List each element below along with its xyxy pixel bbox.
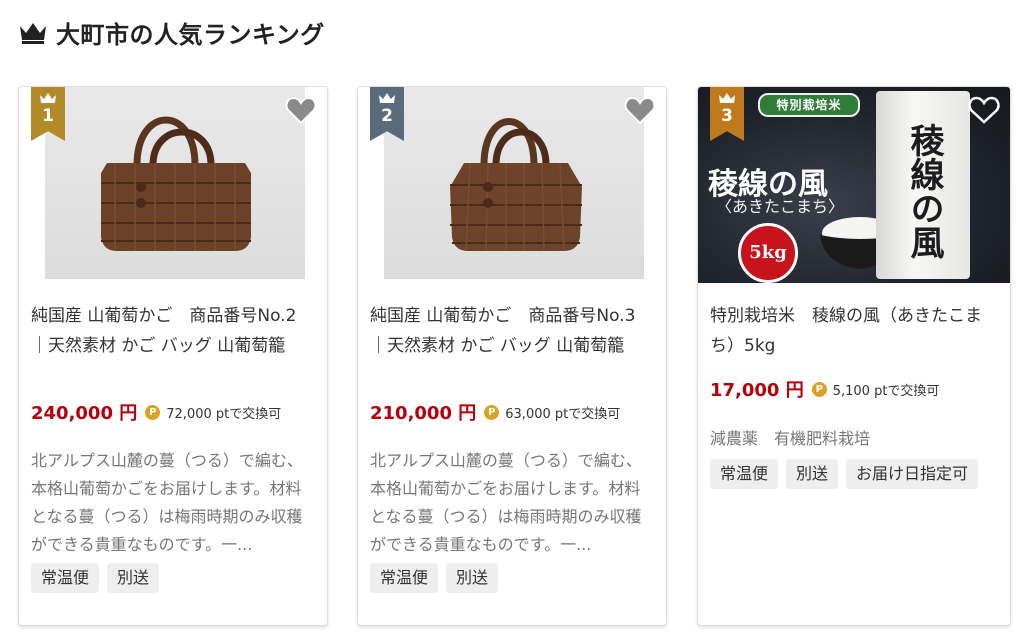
product-title[interactable]: 特別栽培米 稜線の風（あきたこまち）5kg	[710, 301, 996, 361]
point-coin-icon: P	[811, 381, 827, 397]
crown-icon	[20, 23, 46, 44]
point-coin-icon: P	[145, 404, 161, 420]
favorite-heart-icon[interactable]	[624, 95, 656, 125]
rice-photo: 特別栽培米 稜線の風 〈あきたこまち〉 5kg 稜線の風	[698, 87, 1010, 283]
product-description: 北アルプス山麓の蔓（つる）で編む、本格山葡萄かごをお届けします。材料となる蔓（つ…	[31, 451, 303, 554]
tag-separate: 別送	[786, 459, 839, 489]
tag-shipping: 常温便	[370, 563, 439, 593]
basket-photo	[101, 116, 251, 251]
price-row: 210,000 円 P 63,000 ptで交換可	[370, 399, 620, 425]
ranking-card-1[interactable]: 1 純国産 山葡萄かご 商品番号No.2｜天然素材 かご バッグ 山葡萄籠 24…	[18, 86, 328, 626]
ranking-header: 大町市の人気ランキング	[18, 14, 325, 50]
product-title[interactable]: 純国産 山葡萄かご 商品番号No.3｜天然素材 かご バッグ 山葡萄籠	[370, 301, 652, 361]
tag-shipping: 常温便	[710, 459, 779, 489]
product-price: 17,000 円	[710, 380, 804, 401]
favorite-heart-icon[interactable]	[968, 95, 1000, 125]
crown-icon	[379, 93, 395, 103]
product-features: 減農薬 有機肥料栽培	[710, 429, 871, 448]
product-price: 240,000 円	[31, 403, 138, 424]
tag-shipping: 常温便	[31, 563, 100, 593]
special-rice-banner: 特別栽培米	[758, 93, 860, 117]
product-points: 5,100 ptで交換可	[832, 383, 940, 399]
tag-separate: 別送	[107, 563, 160, 593]
crown-icon	[719, 93, 735, 103]
price-row: 240,000 円 P 72,000 ptで交換可	[31, 399, 281, 425]
tag-date-specified: お届け日指定可	[846, 459, 979, 489]
product-price: 210,000 円	[370, 403, 477, 424]
product-points: 72,000 ptで交換可	[166, 406, 282, 422]
ranking-card-3[interactable]: 特別栽培米 稜線の風 〈あきたこまち〉 5kg 稜線の風 3 特別栽培米 稜線の…	[697, 86, 1011, 626]
tag-list: 常温便 別送	[31, 563, 315, 593]
rice-weight-badge: 5kg	[738, 223, 798, 283]
ranking-card-2[interactable]: 2 純国産 山葡萄かご 商品番号No.3｜天然素材 かご バッグ 山葡萄籠 21…	[357, 86, 667, 626]
crown-icon	[40, 93, 56, 103]
product-image[interactable]: 特別栽培米 稜線の風 〈あきたこまち〉 5kg 稜線の風 3	[698, 87, 1010, 283]
rice-bag-label: 稜線の風	[904, 123, 944, 259]
rice-bag-image: 稜線の風	[876, 91, 970, 279]
rank-number: 1	[42, 106, 54, 126]
favorite-heart-icon[interactable]	[285, 95, 317, 125]
tag-separate: 別送	[446, 563, 499, 593]
tag-list: 常温便 別送	[370, 563, 654, 593]
product-image[interactable]: 2	[358, 87, 666, 283]
product-title[interactable]: 純国産 山葡萄かご 商品番号No.2｜天然素材 かご バッグ 山葡萄籠	[31, 301, 313, 361]
page-title: 大町市の人気ランキング	[56, 20, 325, 49]
point-coin-icon: P	[484, 404, 500, 420]
basket-photo	[450, 118, 582, 252]
rank-number: 2	[381, 106, 393, 126]
rank-number: 3	[721, 106, 733, 126]
tag-list: 常温便 別送 お届け日指定可	[710, 459, 998, 489]
product-description: 北アルプス山麓の蔓（つる）で編む、本格山葡萄かごをお届けします。材料となる蔓（つ…	[370, 451, 642, 554]
product-image[interactable]: 1	[19, 87, 327, 283]
price-row: 17,000 円 P 5,100 ptで交換可	[710, 376, 939, 402]
product-points: 63,000 ptで交換可	[505, 406, 621, 422]
